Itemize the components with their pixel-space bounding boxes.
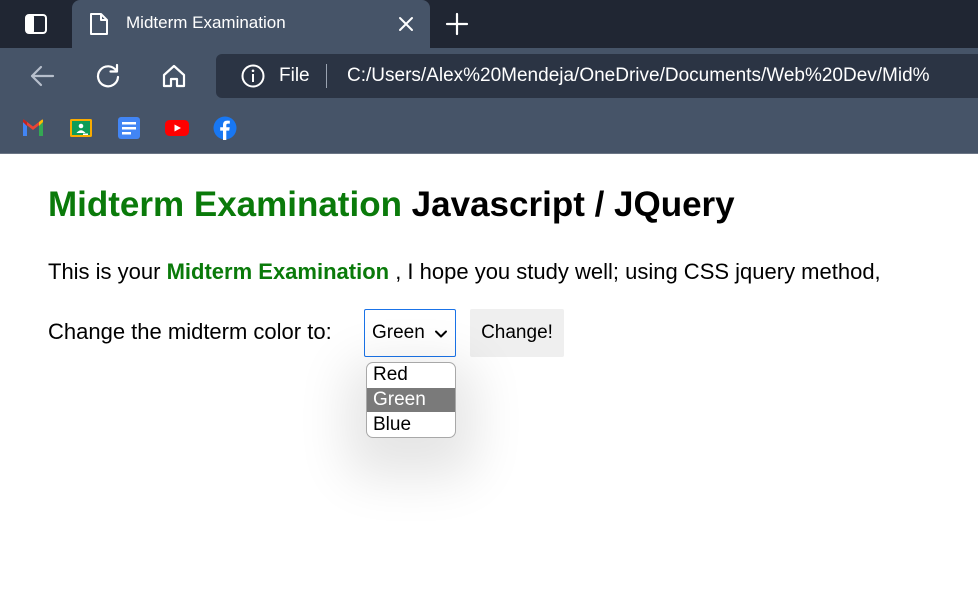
tab-title: Midterm Examination (126, 13, 286, 32)
document-icon (89, 12, 109, 36)
dropdown-option-red[interactable]: Red (367, 363, 455, 387)
plus-icon[interactable] (444, 11, 470, 37)
home-icon[interactable] (160, 62, 188, 90)
para-start: This is your (48, 259, 167, 284)
browser-toolbar: File C:/Users/Alex%20Mendeja/OneDrive/Do… (0, 48, 978, 104)
gmail-icon[interactable] (21, 116, 45, 140)
intro-paragraph: This is your Midterm Examination , I hop… (48, 259, 881, 285)
para-accent: Midterm Examination (166, 259, 390, 284)
tab-actions-icon[interactable] (12, 12, 60, 36)
chevron-down-icon (433, 326, 449, 342)
docs-icon[interactable] (117, 116, 141, 140)
address-url[interactable]: C:/Users/Alex%20Mendeja/OneDrive/Documen… (347, 65, 930, 87)
color-select-label: Change the midterm color to: (48, 319, 332, 344)
info-icon[interactable] (241, 64, 265, 88)
page-heading: Midterm Examination Javascript / JQuery (48, 185, 735, 225)
color-select[interactable]: Green (364, 309, 456, 357)
bookmarks-bar (0, 104, 978, 154)
color-select-value: Green (372, 322, 425, 343)
page-content: Midterm Examination Javascript / JQuery … (48, 155, 978, 590)
browser-tab[interactable]: Midterm Examination (72, 0, 430, 48)
change-button[interactable]: Change! (470, 309, 564, 357)
back-arrow-icon[interactable] (28, 62, 56, 90)
facebook-icon[interactable] (213, 116, 237, 140)
dropdown-option-green[interactable]: Green (367, 388, 455, 412)
tab-bar: Midterm Examination (0, 0, 978, 48)
para-end: , I hope you study well; using CSS jquer… (389, 259, 881, 284)
classroom-icon[interactable] (69, 116, 93, 140)
address-bar[interactable]: File C:/Users/Alex%20Mendeja/OneDrive/Do… (216, 54, 978, 98)
address-separator (326, 64, 327, 88)
youtube-icon[interactable] (165, 116, 189, 140)
address-scheme: File (279, 65, 310, 86)
refresh-icon[interactable] (94, 62, 122, 90)
dropdown-option-blue[interactable]: Blue (367, 413, 455, 437)
close-icon[interactable] (396, 14, 416, 34)
color-dropdown-list: Red Green Blue (366, 362, 456, 438)
heading-accent: Midterm Examination (48, 185, 402, 224)
heading-rest: Javascript / JQuery (401, 185, 735, 224)
